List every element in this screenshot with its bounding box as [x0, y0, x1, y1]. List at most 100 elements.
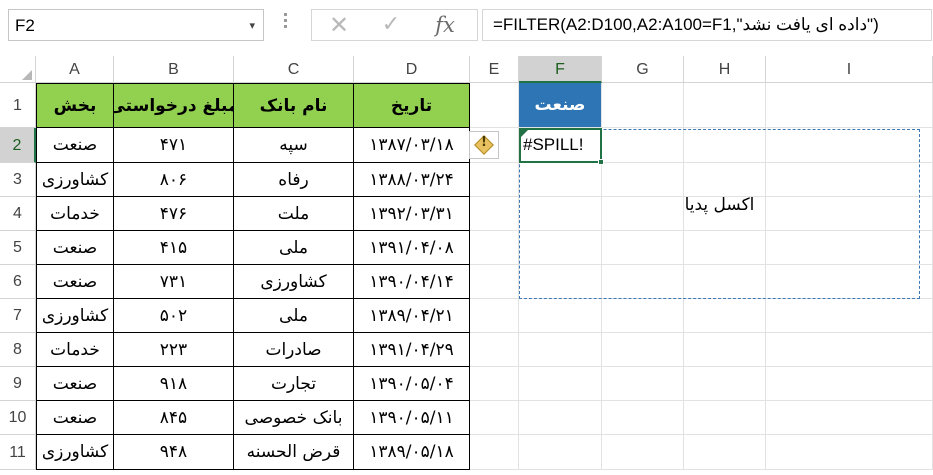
cell-i1[interactable] [766, 83, 933, 128]
table-cell-date[interactable]: ۱۳۸۸/۰۳/۲۴ [354, 163, 470, 197]
cell-g8[interactable] [602, 333, 684, 367]
cell-e7[interactable] [470, 299, 519, 333]
cell-e10[interactable] [470, 401, 519, 435]
cell-f11[interactable] [519, 435, 602, 470]
cell-e9[interactable] [470, 367, 519, 401]
fill-handle[interactable] [598, 159, 604, 165]
cell-h11[interactable] [684, 435, 766, 470]
table-cell-section[interactable]: کشاورزی [36, 163, 114, 197]
table-cell-amount[interactable]: ۸۰۶ [114, 163, 234, 197]
table-cell-bank[interactable]: ملت [234, 197, 354, 231]
cell-h9[interactable] [684, 367, 766, 401]
table-cell-section[interactable]: خدمات [36, 333, 114, 367]
table-cell-bank[interactable]: قرض الحسنه [234, 435, 354, 470]
table-cell-section[interactable]: کشاورزی [36, 299, 114, 333]
row-header-5[interactable]: 5 [0, 231, 36, 265]
table-cell-bank[interactable]: ملی [234, 231, 354, 265]
cell-e6[interactable] [470, 265, 519, 299]
cell-i11[interactable] [766, 435, 933, 470]
table-header-date[interactable]: تاریخ [354, 83, 470, 128]
formula-input[interactable]: =FILTER(A2:D100,A2:A100=F1,"داده ای یافت… [482, 9, 932, 41]
cell-e11[interactable] [470, 435, 519, 470]
table-cell-amount[interactable]: ۸۴۵ [114, 401, 234, 435]
row-header-6[interactable]: 6 [0, 265, 36, 299]
cell-g11[interactable] [602, 435, 684, 470]
column-header-c[interactable]: C [234, 56, 354, 83]
row-header-11[interactable]: 11 [0, 435, 36, 470]
table-cell-date[interactable]: ۱۳۸۷/۰۳/۱۸ [354, 128, 470, 163]
table-header-section[interactable]: بخش [36, 83, 114, 128]
table-cell-bank[interactable]: سپه [234, 128, 354, 163]
cell-g1[interactable] [602, 83, 684, 128]
table-cell-date[interactable]: ۱۳۹۰/۰۵/۰۴ [354, 367, 470, 401]
table-cell-bank[interactable]: رفاه [234, 163, 354, 197]
table-cell-date[interactable]: ۱۳۹۲/۰۳/۳۱ [354, 197, 470, 231]
table-cell-section[interactable]: خدمات [36, 197, 114, 231]
table-cell-section[interactable]: کشاورزی [36, 435, 114, 470]
table-cell-section[interactable]: صنعت [36, 401, 114, 435]
cell-i10[interactable] [766, 401, 933, 435]
table-cell-date[interactable]: ۱۳۹۱/۰۴/۲۹ [354, 333, 470, 367]
cell-f9[interactable] [519, 367, 602, 401]
table-cell-amount[interactable]: ۵۰۲ [114, 299, 234, 333]
row-header-1[interactable]: 1 [0, 83, 36, 128]
cancel-icon[interactable]: ✕ [324, 12, 354, 38]
table-cell-bank[interactable]: تجارت [234, 367, 354, 401]
row-header-2[interactable]: 2 [0, 128, 36, 163]
cell-f10[interactable] [519, 401, 602, 435]
table-cell-date[interactable]: ۱۳۹۰/۰۵/۱۱ [354, 401, 470, 435]
cell-h1[interactable] [684, 83, 766, 128]
table-cell-amount[interactable]: ۹۱۸ [114, 367, 234, 401]
cell-g9[interactable] [602, 367, 684, 401]
table-cell-section[interactable]: صنعت [36, 128, 114, 163]
row-header-10[interactable]: 10 [0, 401, 36, 435]
table-cell-bank[interactable]: ملی [234, 299, 354, 333]
cell-i9[interactable] [766, 367, 933, 401]
select-all-corner[interactable] [0, 56, 36, 83]
cell-i7[interactable] [766, 299, 933, 333]
insert-function-icon[interactable]: fx [430, 12, 460, 38]
column-header-b[interactable]: B [114, 56, 234, 83]
column-header-a[interactable]: A [36, 56, 114, 83]
table-cell-bank[interactable]: صادرات [234, 333, 354, 367]
cell-h7[interactable] [684, 299, 766, 333]
column-header-f[interactable]: F [519, 56, 602, 83]
column-header-e[interactable]: E [470, 56, 519, 83]
table-cell-section[interactable]: صنعت [36, 367, 114, 401]
table-cell-section[interactable]: صنعت [36, 231, 114, 265]
table-cell-amount[interactable]: ۹۴۸ [114, 435, 234, 470]
table-header-bank[interactable]: نام بانک [234, 83, 354, 128]
table-cell-date[interactable]: ۱۳۹۱/۰۴/۰۸ [354, 231, 470, 265]
cell-e3[interactable] [470, 163, 519, 197]
column-header-d[interactable]: D [354, 56, 470, 83]
column-header-h[interactable]: H [684, 56, 766, 83]
row-header-8[interactable]: 8 [0, 333, 36, 367]
table-cell-amount[interactable]: ۴۱۵ [114, 231, 234, 265]
table-header-amount[interactable]: مبلغ درخواستی [114, 83, 234, 128]
table-cell-bank[interactable]: کشاورزی [234, 265, 354, 299]
cell-f8[interactable] [519, 333, 602, 367]
cell-i8[interactable] [766, 333, 933, 367]
row-header-7[interactable]: 7 [0, 299, 36, 333]
column-header-g[interactable]: G [602, 56, 684, 83]
cell-g10[interactable] [602, 401, 684, 435]
cell-f7[interactable] [519, 299, 602, 333]
table-cell-amount[interactable]: ۲۲۳ [114, 333, 234, 367]
name-box-dropdown-icon[interactable]: ▾ [249, 19, 255, 32]
table-cell-amount[interactable]: ۴۷۶ [114, 197, 234, 231]
cell-h10[interactable] [684, 401, 766, 435]
cell-g7[interactable] [602, 299, 684, 333]
name-box[interactable]: F2 ▾ [8, 9, 264, 41]
cell-e4[interactable] [470, 197, 519, 231]
table-cell-date[interactable]: ۱۳۹۰/۰۴/۱۴ [354, 265, 470, 299]
table-cell-bank[interactable]: بانک خصوصی [234, 401, 354, 435]
table-cell-date[interactable]: ۱۳۸۹/۰۴/۲۱ [354, 299, 470, 333]
formula-bar-grip-icon[interactable] [284, 13, 288, 35]
cell-h8[interactable] [684, 333, 766, 367]
row-header-4[interactable]: 4 [0, 197, 36, 231]
table-cell-amount[interactable]: ۷۳۱ [114, 265, 234, 299]
table-cell-section[interactable]: صنعت [36, 265, 114, 299]
row-header-3[interactable]: 3 [0, 163, 36, 197]
cell-e8[interactable] [470, 333, 519, 367]
table-cell-amount[interactable]: ۴۷۱ [114, 128, 234, 163]
